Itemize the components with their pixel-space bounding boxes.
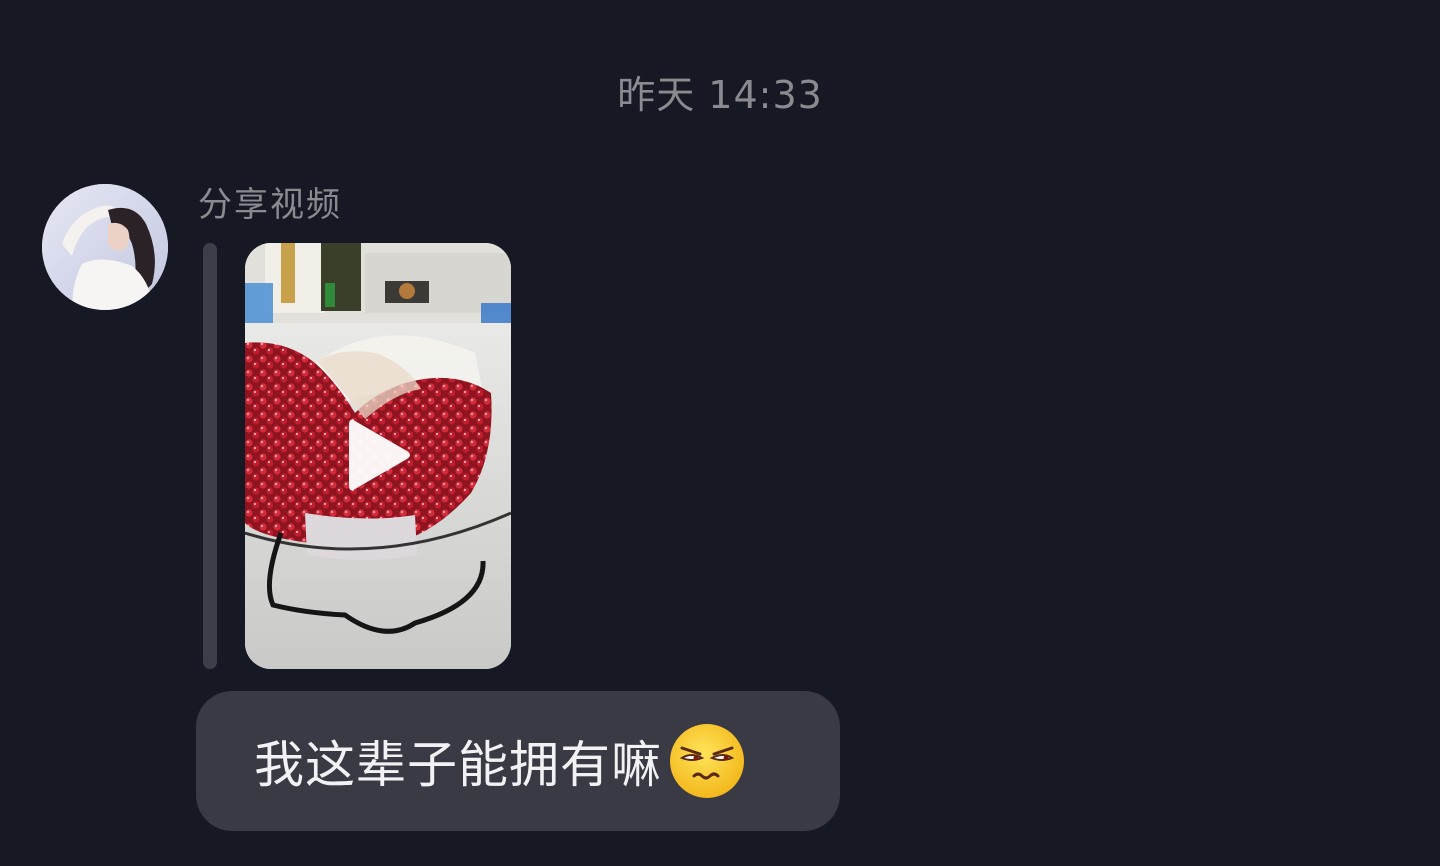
play-icon[interactable] [345, 413, 415, 497]
message-text: 我这辈子能拥有嘛 [254, 736, 662, 794]
shared-video-card[interactable] [245, 243, 511, 669]
message-bubble[interactable]: 我这辈子能拥有嘛 [196, 691, 840, 831]
chat-screen: 昨天 14:33 分享视频 我这辈子能拥有嘛 [0, 0, 1440, 866]
sender-avatar[interactable] [42, 184, 168, 310]
share-video-label: 分享视频 [198, 185, 342, 225]
quote-bar [203, 243, 217, 669]
smirk-squint-emoji [670, 724, 744, 798]
message-timestamp: 昨天 14:33 [617, 73, 823, 117]
